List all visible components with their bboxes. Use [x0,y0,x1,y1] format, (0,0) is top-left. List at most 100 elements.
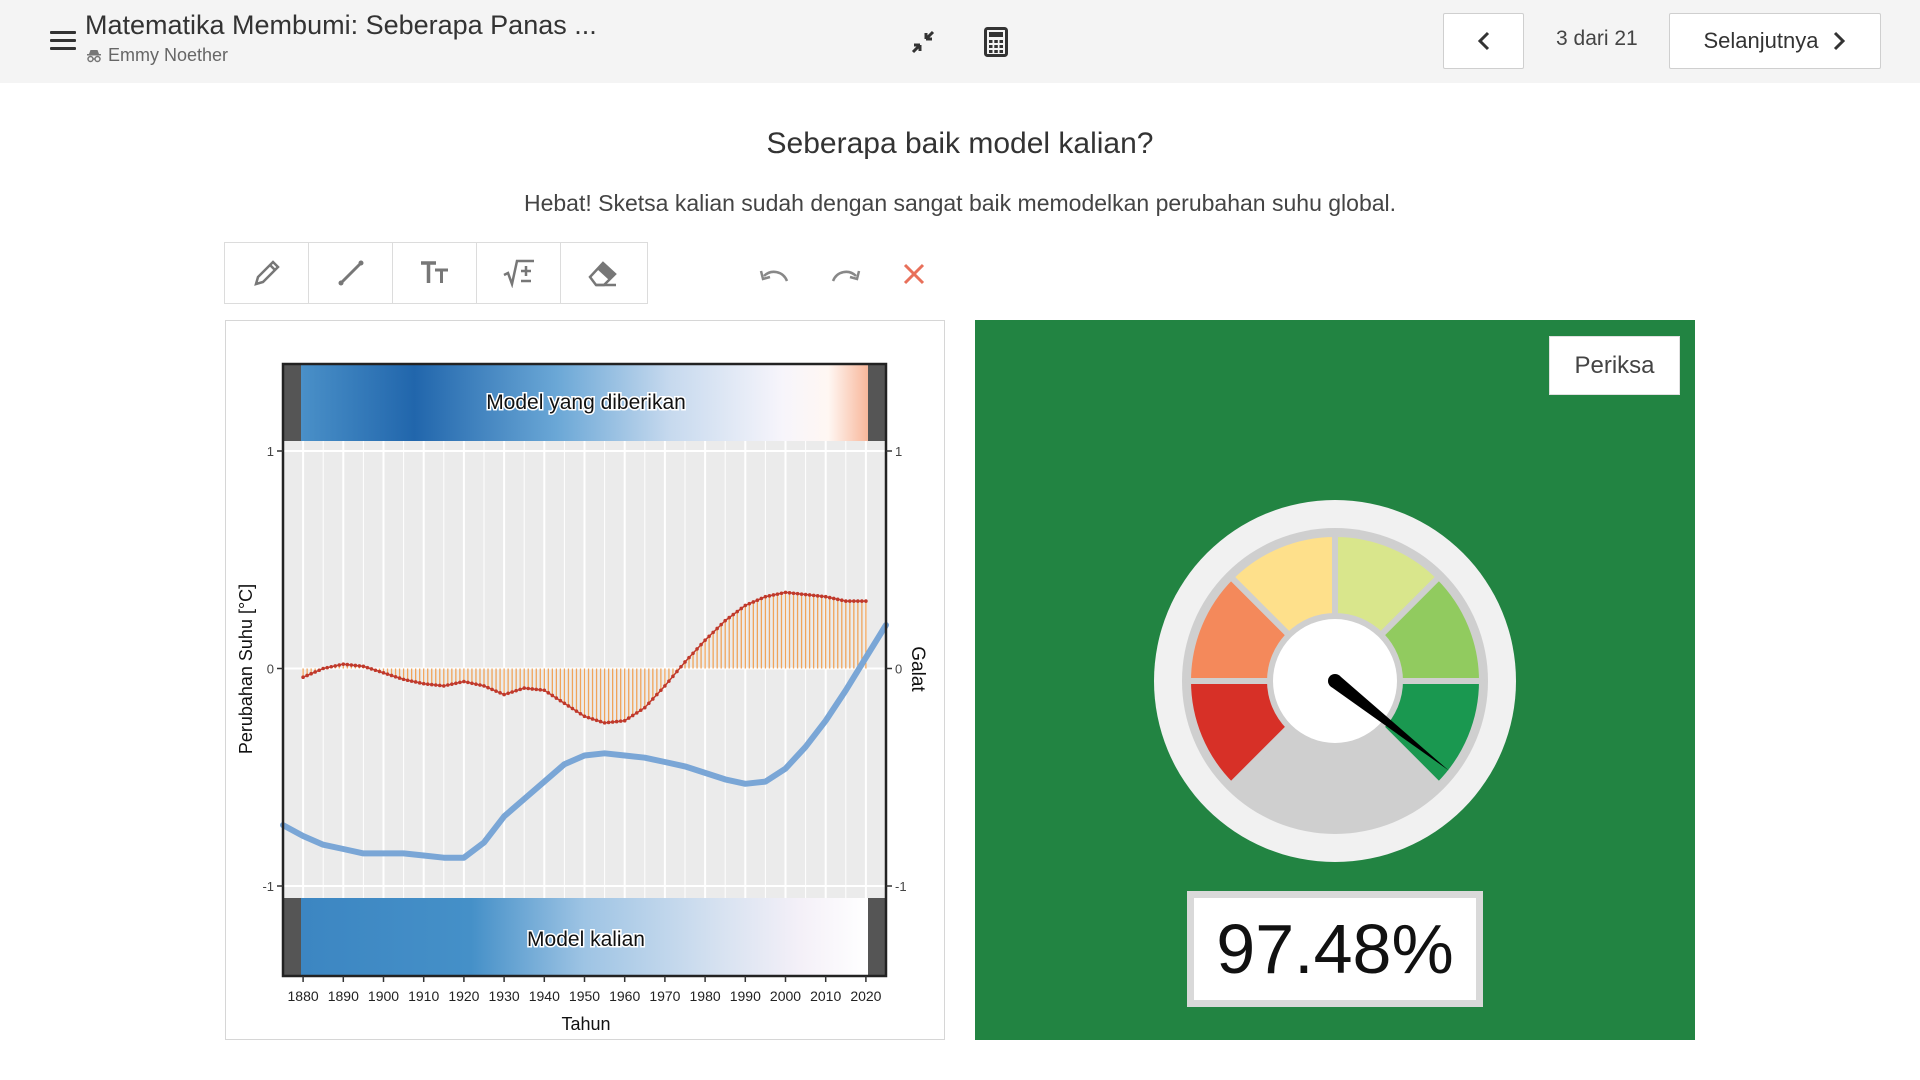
error-point [530,687,535,691]
error-point [413,680,418,684]
error-point [594,718,599,723]
x-tick-label: 1990 [730,988,761,1004]
question-feedback: Hebat! Sketsa kalian sudah dengan sangat… [523,190,1397,216]
error-point [723,618,727,623]
error-point [349,663,354,667]
y2-tick-label: 1 [895,444,902,459]
error-point [643,705,647,710]
error-point [614,719,619,724]
previous-button[interactable] [1443,13,1524,69]
collapse-icon[interactable] [905,24,941,60]
error-point [763,594,768,599]
error-point [703,638,707,643]
eraser-icon [588,261,617,287]
error-point [848,599,852,603]
next-button-label: Selanjutnya [1703,28,1819,53]
chevron-left-icon [1477,31,1489,51]
incognito-icon [87,49,101,62]
redo-icon [831,270,861,282]
error-point [675,669,679,674]
x-tick-label: 1960 [609,988,640,1004]
error-point [486,685,490,690]
error-point [313,670,317,674]
error-point [727,615,732,620]
bottom-strip-label: Model kalian [527,928,645,951]
error-point [715,626,719,631]
error-point [470,681,474,686]
error-point [671,674,675,679]
error-point [578,711,583,716]
error-point [582,714,587,719]
error-point [795,591,800,596]
clear-button[interactable] [898,258,930,290]
text-icon [420,261,448,283]
error-point [474,682,478,686]
error-point [707,634,711,639]
error-point [437,683,442,688]
error-point [767,594,772,598]
error-point [518,687,522,692]
error-point [731,612,736,617]
error-point [626,716,631,720]
error-point [844,599,848,603]
x-tick-label: 1900 [368,988,399,1004]
error-point [719,622,723,627]
error-point [506,691,510,696]
menu-icon[interactable] [44,25,80,59]
error-point [558,698,563,703]
pencil-tool[interactable] [225,243,309,303]
error-point [771,593,776,597]
error-point [365,665,370,670]
chart-panel: -1 -1 0 0 1 1 1880 1890 1900 1910 1920 1930 1940 1950… [225,320,945,1040]
x-tick-label: 1980 [690,988,721,1004]
error-point [526,686,531,691]
error-point [651,697,655,701]
eraser-tool[interactable] [561,243,645,303]
error-point [779,591,784,596]
math-icon [502,259,534,288]
next-button[interactable]: Selanjutnya [1669,13,1881,69]
chevron-right-icon [1834,31,1846,51]
top-strip-label: Model yang diberikan [486,391,686,414]
x-tick-label: 1930 [489,988,520,1004]
error-point [397,676,402,680]
error-point [638,708,643,713]
undo-button[interactable] [759,258,791,290]
x-tick-label: 2000 [770,988,801,1004]
error-point [755,598,760,603]
error-point [630,713,635,718]
error-point [329,664,334,669]
error-point [494,689,498,693]
author: Emmy Noether [86,45,228,66]
error-point [409,679,414,683]
error-point [433,683,438,687]
error-point [405,678,410,683]
error-point [831,596,836,601]
x-tick-label: 2010 [810,988,841,1004]
error-point [554,696,559,700]
error-point [498,691,502,695]
text-tool[interactable] [393,243,477,303]
error-point [590,717,595,721]
temperature-chart: -1 -1 0 0 1 1 1880 1890 1900 1910 1920 1930 1940 1950… [236,362,928,1034]
error-point [538,688,543,692]
error-point [321,666,325,671]
error-point [574,709,579,713]
error-point [622,718,627,723]
error-point [361,664,366,669]
error-point [618,719,623,723]
error-point [695,647,699,651]
check-button[interactable]: Periksa [1549,336,1680,395]
error-point [450,682,454,686]
error-point [301,675,305,679]
top-bar: Matematika Membumi: Seberapa Panas ... E… [0,0,1920,83]
math-tool[interactable] [477,243,561,303]
line-icon [338,260,363,286]
line-tool[interactable] [309,243,393,303]
error-point [634,711,639,715]
redo-button[interactable] [829,258,861,290]
calculator-icon[interactable] [978,24,1014,60]
error-point [353,663,358,668]
error-point [691,651,695,656]
error-point [341,662,346,666]
